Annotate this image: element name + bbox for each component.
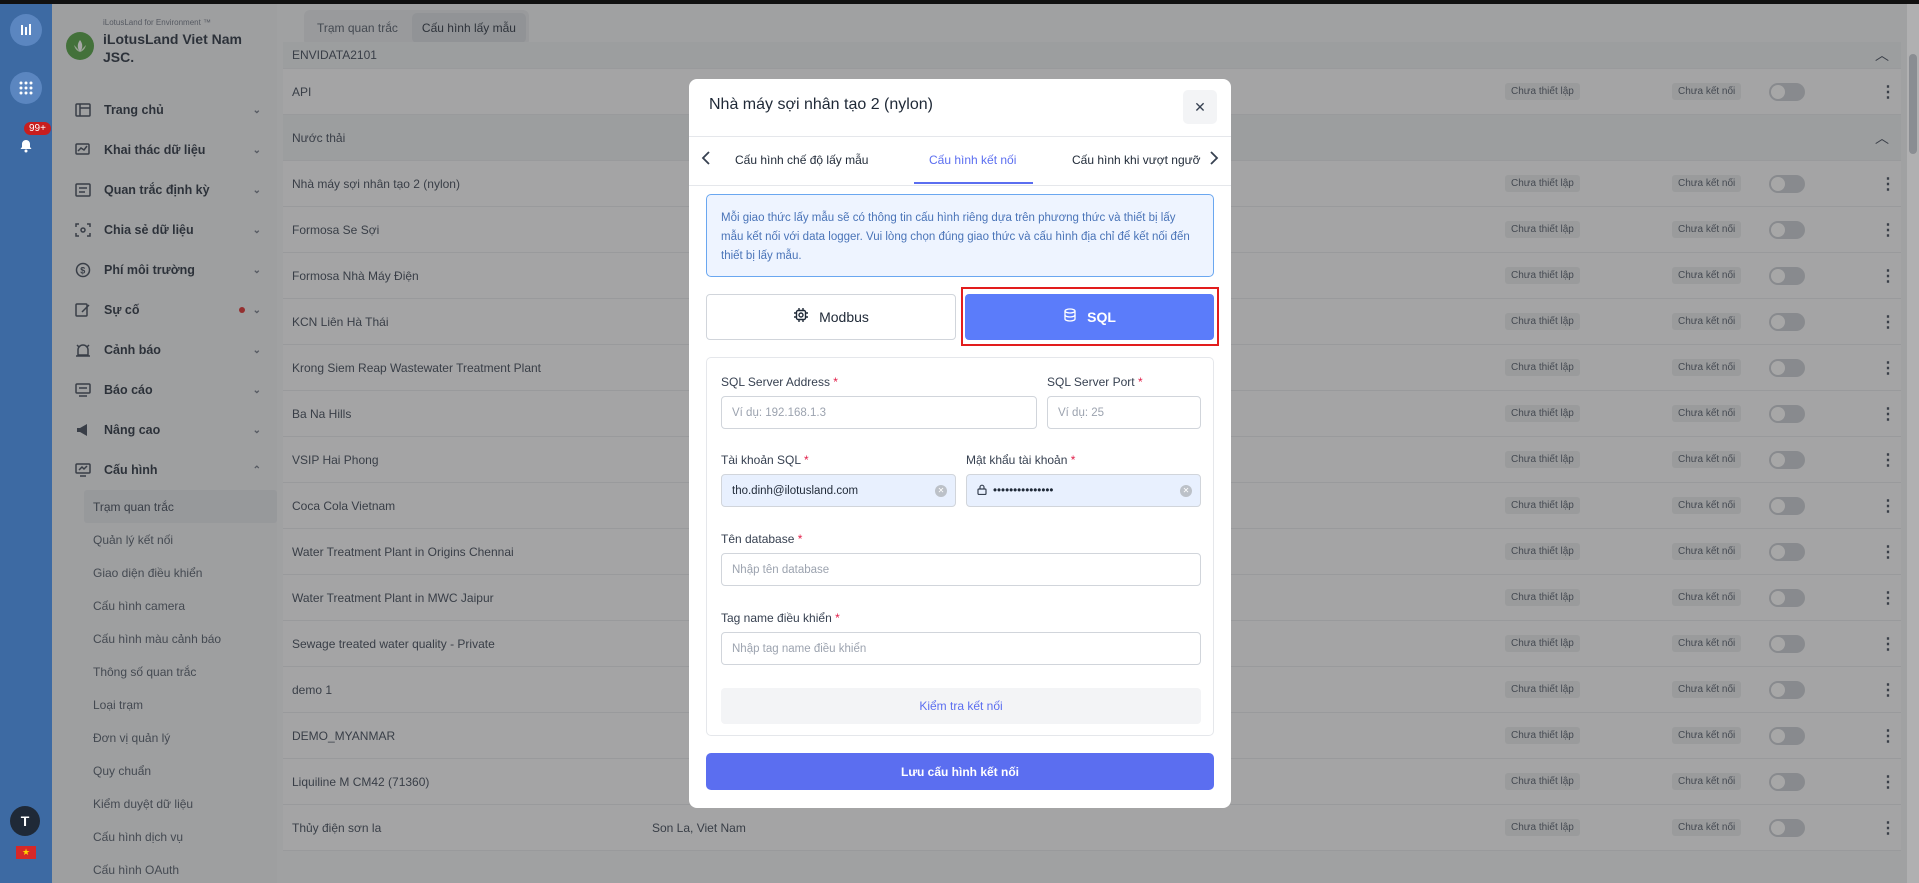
input-placeholder: Ví dụ: 192.168.1.3 <box>732 406 826 419</box>
input-placeholder: Nhập tên database <box>732 563 830 576</box>
scrollbar-thumb[interactable] <box>1909 54 1917 154</box>
field-label-text: SQL Server Address <box>721 375 830 389</box>
tab-threshold-config[interactable]: Cấu hình khi vượt ngưỡ <box>1072 153 1201 167</box>
required-mark: * <box>1137 375 1143 389</box>
required-mark: * <box>833 375 838 389</box>
app-logo-icon[interactable] <box>10 14 42 46</box>
server-port-input[interactable]: Ví dụ: 25 <box>1047 396 1201 429</box>
apps-grid-icon[interactable] <box>10 72 42 104</box>
input-value: ••••••••••••••• <box>993 484 1054 497</box>
modal-title: Nhà máy sợi nhân tạo 2 (nylon) <box>709 96 933 113</box>
info-alert: Mỗi giao thức lấy mẫu sẽ có thông tin cấ… <box>706 194 1214 277</box>
required-mark: * <box>797 532 803 546</box>
modbus-label: Modbus <box>819 309 869 325</box>
clear-icon[interactable]: ✕ <box>935 484 947 497</box>
password-label: Mật khẩu tài khoản * <box>966 453 1075 467</box>
flag-star: ★ <box>21 847 31 857</box>
chevron-left-icon[interactable] <box>701 151 711 170</box>
chip-icon <box>793 307 809 327</box>
field-label-text: Tag name điều khiển <box>721 611 832 625</box>
avatar-initial: T <box>20 813 30 829</box>
database-input[interactable]: Nhập tên database <box>721 553 1201 586</box>
chevron-right-icon[interactable] <box>1209 151 1219 170</box>
user-avatar[interactable]: T <box>10 806 40 836</box>
app-rail: 99+ T ★ <box>0 0 52 883</box>
vietnam-flag-icon[interactable]: ★ <box>16 846 36 859</box>
server-address-input[interactable]: Ví dụ: 192.168.1.3 <box>721 396 1037 429</box>
modal-tabs: Cấu hình chế độ lấy mẫu Cấu hình kết nối… <box>689 137 1231 185</box>
input-value: tho.dinh@ilotusland.com <box>732 484 859 497</box>
server-address-label: SQL Server Address * <box>721 375 838 389</box>
field-label-text: Tài khoản SQL <box>721 453 801 467</box>
password-input[interactable]: ••••••••••••••• ✕ <box>966 474 1201 507</box>
field-label-text: Tên database <box>721 532 795 546</box>
clear-icon[interactable]: ✕ <box>1180 484 1192 497</box>
close-button[interactable]: ✕ <box>1183 90 1217 124</box>
modbus-protocol-button[interactable]: Modbus <box>706 294 956 340</box>
connection-config-modal: Nhà máy sợi nhân tạo 2 (nylon) ✕ Cấu hìn… <box>689 79 1231 808</box>
database-label: Tên database * <box>721 532 802 546</box>
lock-icon <box>977 484 987 498</box>
notification-badge: 99+ <box>24 122 51 135</box>
active-tab-indicator <box>914 182 1033 184</box>
required-mark: * <box>835 611 840 625</box>
tab-connection-config[interactable]: Cấu hình kết nối <box>929 153 1016 167</box>
selection-highlight-box <box>961 287 1219 346</box>
tag-name-label: Tag name điều khiển * <box>721 611 840 625</box>
field-label-text: SQL Server Port <box>1047 375 1135 389</box>
divider <box>689 185 1231 186</box>
server-port-label: SQL Server Port * <box>1047 375 1143 389</box>
top-bar <box>0 0 1919 4</box>
account-input[interactable]: tho.dinh@ilotusland.com ✕ <box>721 474 956 507</box>
test-connection-button[interactable]: Kiểm tra kết nối <box>721 688 1201 724</box>
required-mark: * <box>803 453 809 467</box>
save-connection-button[interactable]: Lưu cấu hình kết nối <box>706 753 1214 790</box>
close-icon: ✕ <box>1194 98 1206 115</box>
input-placeholder: Ví dụ: 25 <box>1058 406 1105 419</box>
field-label-text: Mật khẩu tài khoản <box>966 453 1068 467</box>
sql-config-form: SQL Server Address * Ví dụ: 192.168.1.3 … <box>706 357 1214 736</box>
tab-sampling-mode[interactable]: Cấu hình chế độ lấy mẫu <box>735 153 868 167</box>
input-placeholder: Nhập tag name điều khiển <box>732 642 867 655</box>
required-mark: * <box>1070 453 1076 467</box>
account-label: Tài khoản SQL * <box>721 453 809 467</box>
tag-name-input[interactable]: Nhập tag name điều khiển <box>721 632 1201 665</box>
